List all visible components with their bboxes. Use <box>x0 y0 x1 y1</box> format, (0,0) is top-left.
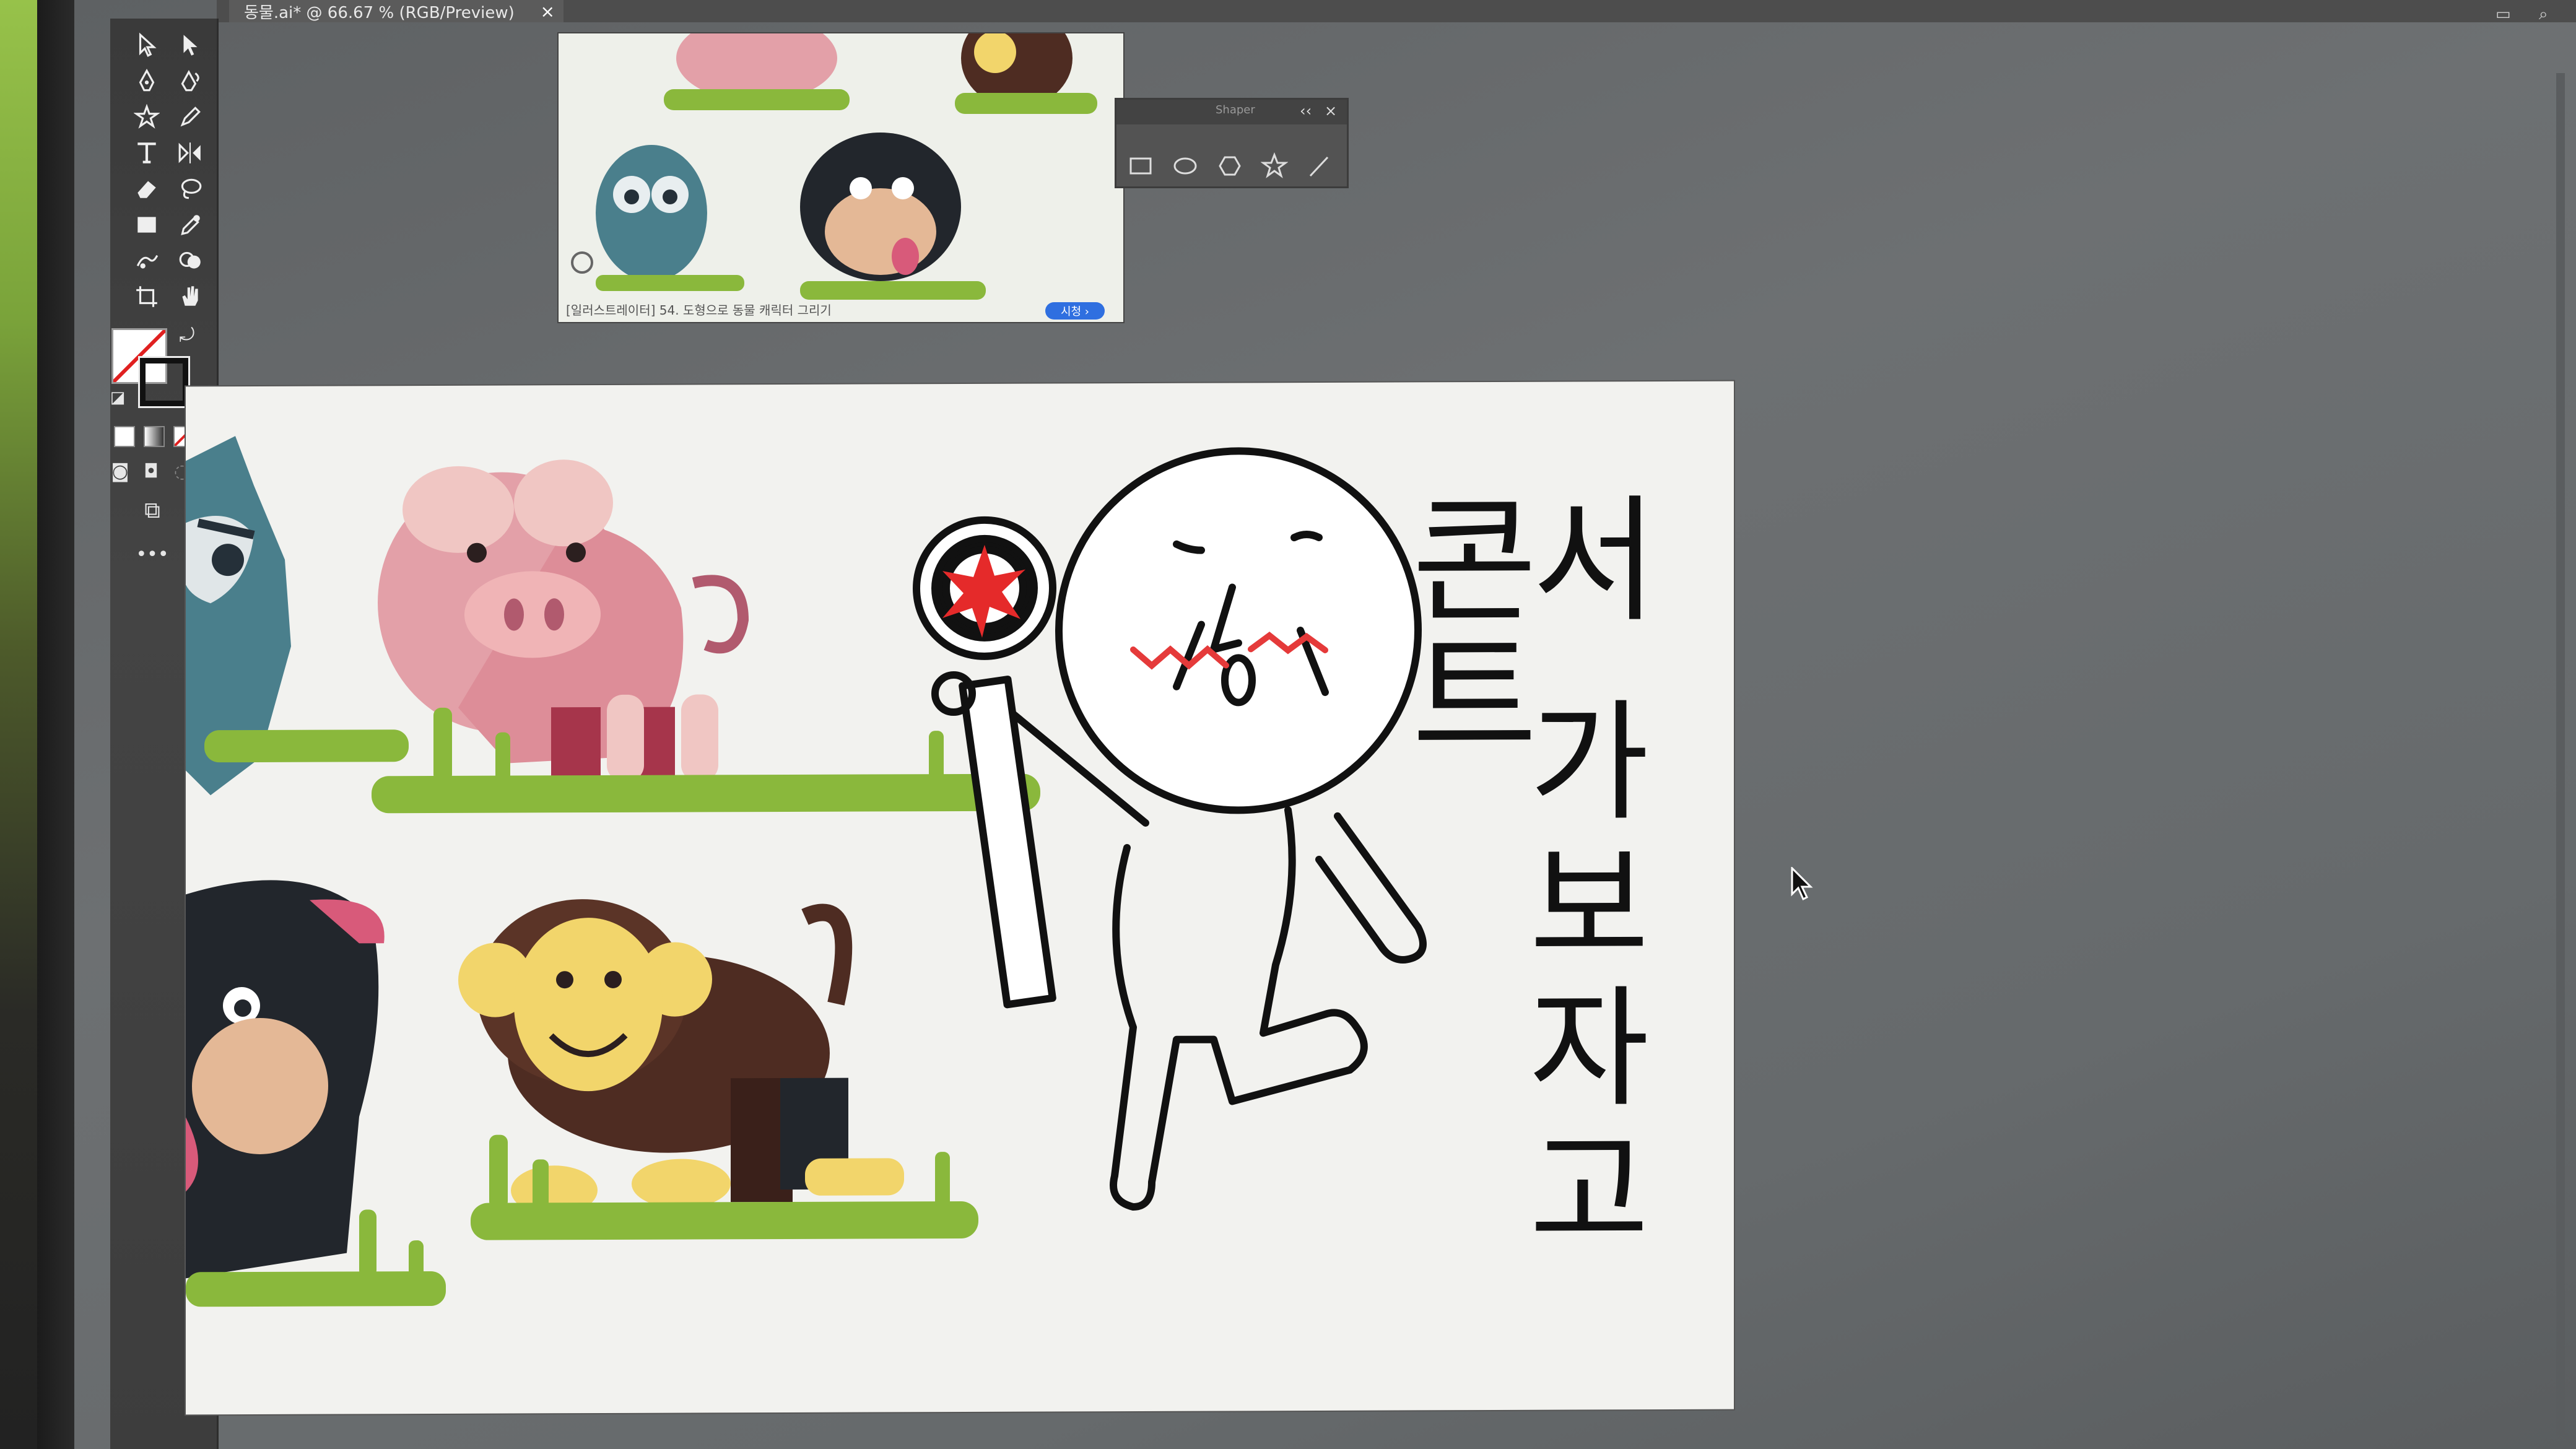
draw-normal-icon[interactable]: ◙ <box>107 458 134 485</box>
monitor-bezel <box>37 0 74 1449</box>
default-fill-stroke-icon[interactable]: ◪ <box>105 385 130 410</box>
arrange-documents-icon[interactable]: ▭ <box>2496 5 2511 24</box>
stick-figure-drawing <box>913 447 1427 1211</box>
more-tools-icon[interactable]: ••• <box>133 542 172 567</box>
dog-illustration <box>186 880 446 1307</box>
document-bar <box>217 0 2576 22</box>
screen-mode-icon[interactable]: ⧉ <box>133 495 172 526</box>
shaper-panel-title: Shaper <box>1216 103 1255 116</box>
polygon-icon[interactable] <box>1212 148 1248 184</box>
rectangle-tool-icon[interactable] <box>130 209 163 240</box>
stroke-swatch[interactable] <box>138 356 190 408</box>
eyedropper-tool-icon[interactable] <box>173 209 207 240</box>
reflect-tool-icon[interactable] <box>173 137 207 168</box>
vertical-scrollbar[interactable] <box>2556 73 2565 1435</box>
monkey-illustration <box>458 899 978 1240</box>
artboard-tool-icon[interactable] <box>130 281 163 312</box>
handwritten-text-line2: 가보자고 <box>1530 687 1650 1268</box>
rectangle-icon[interactable] <box>1123 148 1159 184</box>
star-icon[interactable] <box>1256 148 1292 184</box>
gradient-mode-button[interactable] <box>144 426 165 447</box>
curvature-tool-icon[interactable] <box>173 66 207 97</box>
swap-fill-stroke-icon[interactable]: ⤾ <box>175 323 199 348</box>
search-icon[interactable]: ⌕ <box>2539 5 2548 24</box>
reference-caption: [일러스트레이터] 54. 도형으로 동물 캐릭터 그리기 <box>566 303 832 318</box>
color-mode-button[interactable] <box>114 426 135 447</box>
reference-watch-button[interactable]: 시청 › <box>1045 302 1105 320</box>
line-icon[interactable] <box>1301 148 1337 184</box>
document-tab[interactable]: 동물.ai* @ 66.67 % (RGB/Preview) × <box>229 0 564 22</box>
draw-behind-icon[interactable]: ◘ <box>137 458 165 485</box>
eraser-tool-icon[interactable] <box>130 173 163 204</box>
shape-builder-tool-icon[interactable] <box>173 245 207 276</box>
close-tab-icon[interactable]: × <box>541 1 555 22</box>
pen-tool-icon[interactable] <box>130 66 163 97</box>
shaper-panel: Shaper ‹‹ × <box>1115 98 1349 188</box>
direct-selection-tool-icon[interactable] <box>173 30 207 61</box>
selection-tool-icon[interactable] <box>130 30 163 61</box>
type-tool-icon[interactable] <box>130 137 163 168</box>
close-panel-icon[interactable]: × <box>1325 102 1337 120</box>
pencil-tool-icon[interactable] <box>173 102 207 133</box>
ellipse-icon[interactable] <box>1167 148 1203 184</box>
owl-illustration <box>186 436 409 796</box>
document-tab-title: 동물.ai* @ 66.67 % (RGB/Preview) <box>244 3 515 22</box>
puppet-warp-tool-icon[interactable] <box>130 245 163 276</box>
mouse-cursor-icon <box>1791 867 1813 901</box>
lasso-tool-icon[interactable] <box>173 173 207 204</box>
collapse-panel-icon[interactable]: ‹‹ <box>1300 102 1312 120</box>
reference-image[interactable]: [일러스트레이터] 54. 도형으로 동물 캐릭터 그리기 시청 › <box>557 32 1125 323</box>
hand-tool-icon[interactable] <box>173 281 207 312</box>
star-tool-icon[interactable] <box>130 102 163 133</box>
artboard[interactable]: 콘서트 가보자고 <box>186 381 1734 1415</box>
